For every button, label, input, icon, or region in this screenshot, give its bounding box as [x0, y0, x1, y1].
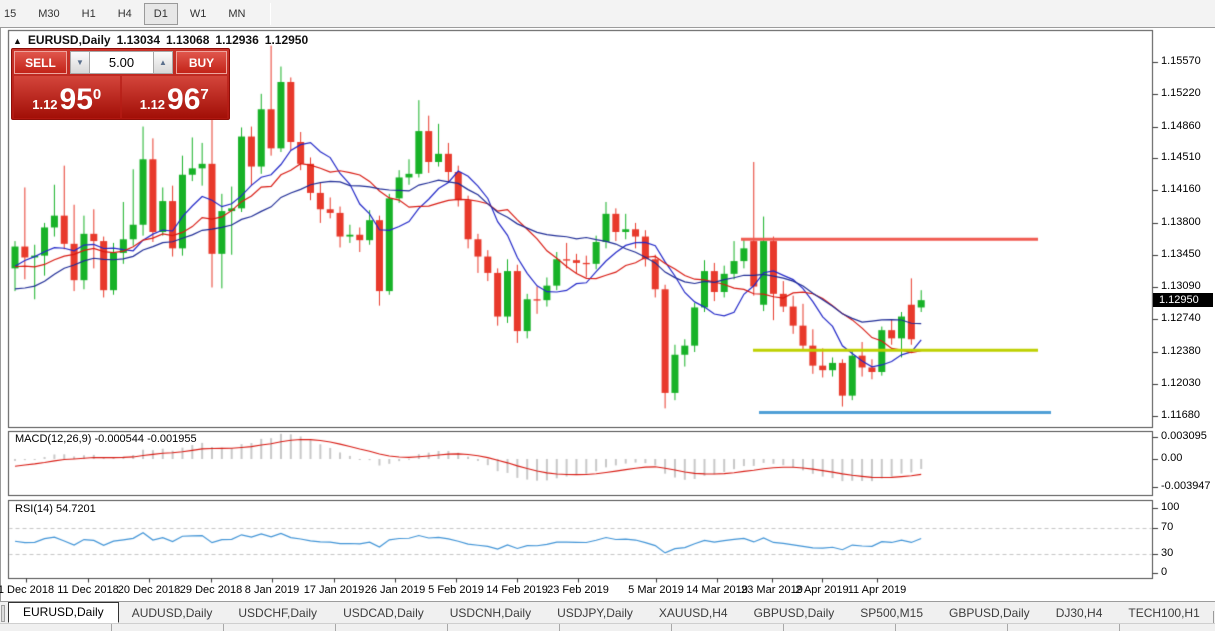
rsi-axis-label: 100: [1161, 501, 1179, 513]
chart-tab-usdjpy-daily[interactable]: USDJPY,Daily: [544, 604, 646, 623]
status-strip: [0, 623, 1215, 631]
chart-tab-dj30-h4[interactable]: DJ30,H4: [1043, 604, 1116, 623]
price-axis-label: 1.14860: [1161, 120, 1201, 132]
chart-tab-sp500-m15[interactable]: SP500,M15: [847, 604, 936, 623]
chart-tab-gbpusd-daily[interactable]: GBPUSD,Daily: [936, 604, 1043, 623]
chart-tab-usdcad-daily[interactable]: USDCAD,Daily: [330, 604, 437, 623]
chart-tab-tech100-h1[interactable]: TECH100,H1: [1115, 604, 1212, 623]
price-axis-label: 1.12740: [1161, 312, 1201, 324]
price-axis-label: 1.14510: [1161, 151, 1201, 163]
date-axis-label: 23 Mar 2019: [741, 584, 803, 596]
timeframe-button-d1[interactable]: D1: [144, 3, 178, 25]
chart-tab-usdcnh-daily[interactable]: USDCNH,Daily: [437, 604, 544, 623]
macd-axis-label: 0.003095: [1161, 430, 1207, 442]
rsi-axis-label: 70: [1161, 521, 1173, 533]
date-axis-label: 5 Mar 2019: [628, 584, 684, 596]
price-axis-label: 1.11680: [1161, 409, 1200, 421]
chart-tab-gbpusd-daily[interactable]: GBPUSD,Daily: [741, 604, 848, 623]
chart-tab-eurusd-daily[interactable]: EURUSD,Daily: [8, 602, 119, 623]
rsi-indicator-label: RSI(14) 54.7201: [15, 503, 96, 515]
spin-down-icon: ▼: [76, 58, 84, 67]
timeframe-button-mn[interactable]: MN: [218, 3, 255, 25]
spin-up-icon: ▲: [159, 58, 167, 67]
volume-decrease-button[interactable]: ▼: [70, 51, 90, 74]
date-axis-label: 1 Dec 2018: [0, 584, 54, 596]
timeframe-button-h1[interactable]: H1: [72, 3, 106, 25]
price-axis-label: 1.13800: [1161, 216, 1201, 228]
toolbar-separator: [270, 3, 271, 25]
price-axis-label: 1.12030: [1161, 377, 1201, 389]
date-axis-label: 20 Dec 2018: [118, 584, 180, 596]
ohlc-low: 1.12936: [215, 33, 258, 47]
date-axis-label: 11 Apr 2019: [848, 584, 907, 596]
date-axis-label: 23 Feb 2019: [547, 584, 609, 596]
rsi-axis-label: 0: [1161, 566, 1167, 578]
rsi-axis-label: 30: [1161, 547, 1173, 559]
price-axis-label: 1.15570: [1161, 55, 1201, 67]
date-axis-label: 14 Mar 2019: [686, 584, 748, 596]
date-axis-label: 11 Dec 2018: [57, 584, 119, 596]
ask-pip-digit: 7: [200, 86, 208, 103]
chart-tab-audusd-daily[interactable]: AUDUSD,Daily: [119, 604, 226, 623]
date-axis-label: 29 Dec 2018: [180, 584, 242, 596]
collapse-triangle-icon[interactable]: ▲: [13, 36, 22, 46]
mt4-application: 15M30H1H4D1W1MN ▲ EURUSD,Daily 1.13034 1.13…: [0, 0, 1215, 631]
date-axis-label: 14 Feb 2019: [486, 584, 548, 596]
price-axis-label: 1.13090: [1161, 280, 1201, 292]
chart-symbol-label: EURUSD,Daily: [28, 33, 111, 47]
chart-window: ▲EURUSD,Daily1.130341.130681.129361.1295…: [0, 27, 1215, 602]
date-axis-label: 26 Jan 2019: [365, 584, 426, 596]
chart-tab-xauusd-h4[interactable]: XAUUSD,H4: [646, 604, 741, 623]
date-axis-label: 17 Jan 2019: [304, 584, 365, 596]
timeframe-button-h4[interactable]: H4: [108, 3, 142, 25]
buy-button[interactable]: BUY: [176, 51, 227, 74]
sell-button[interactable]: SELL: [14, 51, 67, 74]
ohlc-open: 1.13034: [117, 33, 160, 47]
volume-increase-button[interactable]: ▲: [153, 51, 173, 74]
ohlc-high: 1.13068: [166, 33, 209, 47]
timeframe-button-15[interactable]: 15: [0, 3, 26, 25]
ask-big-digits: 96: [167, 85, 200, 115]
bid-pip-digit: 0: [93, 86, 101, 103]
price-axis-label: 1.15220: [1161, 87, 1201, 99]
chart-tab-bar: EURUSD,DailyAUDUSD,DailyUSDCHF,DailyUSDC…: [0, 603, 1215, 623]
timeframe-button-m30[interactable]: M30: [28, 3, 69, 25]
date-axis-label: 2 Apr 2019: [795, 584, 848, 596]
price-axis-label: 1.12380: [1161, 345, 1201, 357]
ask-prefix: 1.12: [140, 97, 165, 112]
date-axis-label: 5 Feb 2019: [428, 584, 484, 596]
one-click-trading-panel: SELL ▼ 5.00 ▲ BUY 1.12950 1.12967: [11, 48, 230, 120]
date-axis-label: 8 Jan 2019: [245, 584, 299, 596]
macd-axis-label: -0.003947: [1161, 480, 1211, 492]
timeframe-toolbar: 15M30H1H4D1W1MN: [0, 0, 1215, 27]
bid-price-tile[interactable]: 1.12950: [14, 76, 120, 118]
price-axis-label: 1.13450: [1161, 248, 1201, 260]
tab-separator: [1213, 611, 1214, 623]
macd-axis-label: 0.00: [1161, 452, 1182, 464]
volume-input[interactable]: 5.00: [90, 51, 153, 74]
bid-prefix: 1.12: [32, 97, 57, 112]
chart-tab-usdchf-daily[interactable]: USDCHF,Daily: [225, 604, 330, 623]
price-axis-label: 1.14160: [1161, 183, 1201, 195]
macd-indicator-label: MACD(12,26,9) -0.000544 -0.001955: [15, 433, 197, 445]
ohlc-close: 1.12950: [265, 33, 308, 47]
chart-title: ▲ EURUSD,Daily 1.13034 1.13068 1.12936 1.1295…: [13, 33, 308, 47]
timeframe-button-w1[interactable]: W1: [180, 3, 217, 25]
bid-big-digits: 95: [60, 85, 93, 115]
tabbar-edge-grip[interactable]: [1, 605, 5, 622]
ask-price-tile[interactable]: 1.12967: [122, 76, 228, 118]
current-price-marker: 1.12950: [1153, 293, 1213, 307]
